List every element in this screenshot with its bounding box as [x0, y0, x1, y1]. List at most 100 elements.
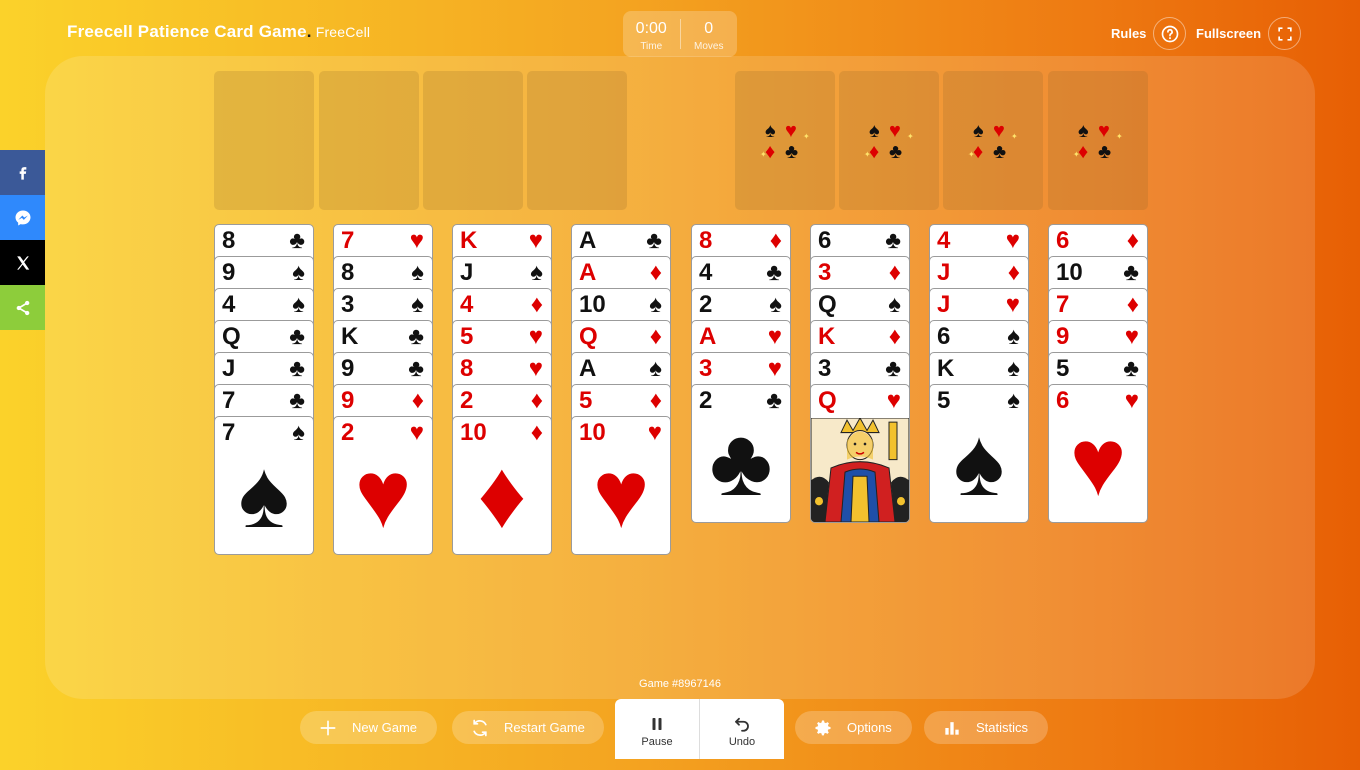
club-icon: ♣ [289, 355, 305, 382]
card-rank: 7 [1056, 291, 1070, 318]
free-cell[interactable] [423, 71, 523, 210]
spade-icon: ♠ [888, 291, 901, 318]
heart-icon: ♥ [528, 323, 543, 350]
card[interactable]: 10 ♦ ♦ [452, 416, 552, 555]
share-button[interactable] [0, 285, 45, 330]
heart-icon: ♥ [767, 355, 782, 382]
card-rank: 2 [460, 387, 474, 414]
diamond-icon: ♦ [1126, 227, 1139, 254]
card-rank: 5 [1056, 355, 1070, 382]
card[interactable]: 2 ♥ ♥ [333, 416, 433, 555]
card-rank: 4 [460, 291, 474, 318]
club-icon: ♣ [289, 387, 305, 414]
rules-button[interactable]: Rules [1111, 17, 1187, 50]
heart-icon: ♥ [1124, 323, 1139, 350]
heart-icon: ♥ [886, 387, 901, 414]
diamond-icon: ♦ [769, 227, 782, 254]
foundation-slot[interactable]: ♠ ♥ ♦ ♣ ✦ ✦ [839, 71, 939, 210]
new-game-button[interactable]: New Game [300, 711, 437, 744]
share-icon [16, 300, 29, 315]
options-button[interactable]: Options [795, 711, 912, 744]
card-rank: 3 [818, 355, 832, 382]
restart-icon [473, 719, 487, 736]
free-cell[interactable] [214, 71, 314, 210]
foundation-suits-icon: ♠ ♥ ♦ ♣ ✦ ✦ [1073, 119, 1123, 163]
diamond-icon: ♦ [411, 387, 424, 414]
card[interactable]: 2 ♣ ♣ [691, 384, 791, 523]
card-rank: 9 [341, 355, 355, 382]
free-cell[interactable] [527, 71, 627, 210]
card-rank: 7 [222, 387, 236, 414]
club-icon: ♣ [766, 259, 782, 286]
pause-button[interactable]: Pause [615, 699, 699, 759]
facebook-share-button[interactable] [0, 150, 45, 195]
diamond-icon: ♦ [888, 259, 901, 286]
free-cell[interactable] [319, 71, 419, 210]
card-rank: 6 [1056, 227, 1070, 254]
card-rank: 7 [341, 227, 355, 254]
card-rank: 6 [1056, 387, 1070, 414]
diamond-icon: ♦ [530, 387, 543, 414]
diamond-icon: ♦ [1126, 291, 1139, 318]
messenger-icon [15, 210, 30, 225]
card-rank: 4 [222, 291, 236, 318]
card-rank: A [579, 355, 597, 382]
card-rank: 9 [1056, 323, 1070, 350]
diamond-icon: ♦ [649, 387, 662, 414]
card-rank: 5 [460, 323, 474, 350]
foundation-slot[interactable]: ♠ ♥ ♦ ♣ ✦ ✦ [735, 71, 835, 210]
pause-undo-panel: Pause Undo [615, 699, 784, 759]
foundation-slot[interactable]: ♠ ♥ ♦ ♣ ✦ ✦ [1048, 71, 1148, 210]
card-rank: J [937, 259, 951, 286]
statistics-button[interactable]: Statistics [924, 711, 1048, 744]
help-icon [1153, 17, 1187, 50]
card[interactable]: 7 ♠ ♠ [214, 416, 314, 555]
spade-icon: ♠ [1007, 323, 1020, 350]
card-rank: 6 [818, 227, 832, 254]
card-rank: A [699, 323, 717, 350]
card-rank: 2 [699, 291, 713, 318]
restart-game-button[interactable]: Restart Game [452, 711, 604, 744]
facebook-icon [19, 166, 26, 180]
card-rank: 8 [341, 259, 355, 286]
card-rank: Q [222, 323, 241, 350]
undo-button[interactable]: Undo [699, 699, 784, 759]
card-center-suit-spade-icon: ♠ [238, 441, 290, 548]
foundation-slot[interactable]: ♠ ♥ ♦ ♣ ✦ ✦ [943, 71, 1043, 210]
club-icon: ♣ [646, 227, 662, 254]
card-rank: 10 [1056, 259, 1083, 286]
heart-icon: ♥ [409, 227, 424, 254]
fullscreen-button[interactable]: Fullscreen [1196, 17, 1302, 50]
card-rank: J [937, 291, 951, 318]
x-share-button[interactable] [0, 240, 45, 285]
foundation-suits-icon: ♠ ♥ ♦ ♣ ✦ ✦ [864, 119, 914, 163]
foundation-suits-icon: ♠ ♥ ♦ ♣ ✦ ✦ [968, 119, 1018, 163]
club-icon: ♣ [1123, 355, 1139, 382]
club-icon: ♣ [1123, 259, 1139, 286]
spade-icon: ♠ [411, 291, 424, 318]
heart-icon: ♥ [647, 419, 662, 446]
card[interactable]: Q ♥ [810, 384, 910, 523]
spade-icon: ♠ [1007, 387, 1020, 414]
card-rank: 4 [699, 259, 713, 286]
heart-icon: ♥ [528, 355, 543, 382]
card-rank: 5 [579, 387, 593, 414]
queen-portrait-icon [811, 416, 909, 522]
card-center-suit-diamond-icon: ♦ [477, 441, 527, 548]
site-title: Freecell Patience Card Game. FreeCell [67, 22, 371, 41]
card-rank: Q [579, 323, 598, 350]
heart-icon: ♥ [1124, 387, 1139, 414]
diamond-icon: ♦ [530, 419, 543, 446]
card[interactable]: 10 ♥ ♥ [571, 416, 671, 555]
card-rank: 10 [579, 291, 606, 318]
spade-icon: ♠ [530, 259, 543, 286]
card[interactable]: 6 ♥ ♥ [1048, 384, 1148, 523]
messenger-share-button[interactable] [0, 195, 45, 240]
spade-icon: ♠ [292, 259, 305, 286]
game-number: Game #8967146 [639, 678, 721, 690]
card[interactable]: 5 ♠ ♠ [929, 384, 1029, 523]
undo-icon [735, 717, 749, 732]
card-center-suit-heart-icon: ♥ [592, 441, 650, 548]
fullscreen-icon [1268, 17, 1302, 50]
bar-chart-icon [945, 721, 959, 735]
